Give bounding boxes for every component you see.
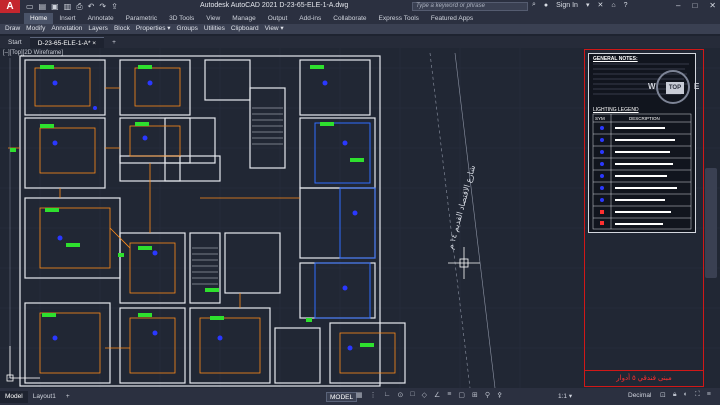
ribbon-panel[interactable]: Utilities bbox=[201, 24, 228, 34]
compass-east[interactable]: E bbox=[694, 82, 699, 91]
redo-icon[interactable]: ↷ bbox=[99, 2, 106, 12]
selection-cycling-icon[interactable]: ⊞ bbox=[472, 391, 478, 399]
autocad-app-menu-button[interactable]: A bbox=[0, 0, 20, 13]
plot-icon[interactable]: ⎙ bbox=[76, 2, 82, 12]
crosshair-cursor bbox=[448, 247, 480, 279]
ribbon-tabs: Home Insert Annotate Parametric 3D Tools View… bbox=[0, 13, 720, 24]
lock-ui-icon[interactable]: 🔒︎ bbox=[673, 391, 677, 399]
quick-access-toolbar: ▭ ▤ ▣ ▥ ⎙ ↶ ↷ ⇪ bbox=[20, 2, 118, 12]
viewport-controls-label[interactable]: [–][Top][2D Wireframe] bbox=[3, 50, 63, 56]
ribbon-tab[interactable]: Manage bbox=[226, 13, 262, 24]
ribbon-tab[interactable]: Insert bbox=[53, 13, 81, 24]
floor-plan-walls bbox=[19, 55, 406, 387]
ribbon-tab[interactable]: 3D Tools bbox=[163, 13, 200, 24]
title-block: مبنى فندقي ٥ أدوار bbox=[584, 370, 704, 387]
annotation-autoscale-icon[interactable]: ⚴ bbox=[497, 391, 502, 399]
layout-tab[interactable]: Model bbox=[0, 390, 28, 403]
legend-heading: LIGHTING LEGEND bbox=[593, 107, 639, 113]
window-controls: – □ ✕ bbox=[676, 1, 716, 10]
switch-labels bbox=[40, 65, 374, 347]
customization-icon[interactable]: ≡ bbox=[707, 391, 711, 399]
osnap-icon[interactable]: □ bbox=[410, 391, 414, 399]
save-as-icon[interactable]: ▥ bbox=[64, 2, 72, 12]
tab-active-drawing[interactable]: D-23-65-ELE-1-A* × bbox=[29, 37, 105, 48]
layout-tab[interactable]: Layout1 bbox=[28, 391, 61, 403]
ribbon-tab[interactable]: Home bbox=[24, 13, 54, 24]
ribbon-panel[interactable]: View ▾ bbox=[262, 24, 287, 34]
snap-icon[interactable]: ⋮ bbox=[370, 391, 377, 399]
new-icon[interactable]: ▭ bbox=[26, 2, 34, 12]
ribbon-panel[interactable]: Annotation bbox=[48, 24, 85, 34]
exchange-icon[interactable]: ✕ bbox=[597, 1, 603, 9]
close-tab-icon[interactable]: × bbox=[92, 40, 96, 47]
legend-col-description: DESCRIPTION bbox=[629, 116, 660, 121]
save-icon[interactable]: ▣ bbox=[51, 2, 59, 12]
window-title: Autodesk AutoCAD 2021 D-23-65-ELE-1-A.dw… bbox=[200, 2, 349, 9]
quick-properties-icon[interactable]: ⊡ bbox=[660, 391, 666, 399]
add-layout-button[interactable]: + bbox=[61, 391, 75, 403]
ribbon-panels: Draw Modify Annotation Layers Block Propertie… bbox=[0, 24, 720, 34]
status-right-icons: ⊡ 🔒︎ ◐ ⛶ ≡ bbox=[660, 391, 711, 399]
ribbon-panel[interactable]: Properties ▾ bbox=[133, 24, 174, 34]
ribbon-tab[interactable]: Collaborate bbox=[327, 13, 372, 24]
viewcube[interactable]: TOP bbox=[656, 70, 690, 104]
viewcube-top-face[interactable]: TOP bbox=[666, 82, 684, 94]
grid-icon[interactable]: ▦ bbox=[356, 391, 363, 399]
isolate-objects-icon[interactable]: ◐ bbox=[684, 391, 688, 399]
navigation-bar[interactable] bbox=[705, 168, 717, 278]
clean-screen-icon[interactable]: ⛶ bbox=[695, 391, 700, 399]
ribbon-tab[interactable]: Output bbox=[262, 13, 294, 24]
polar-icon[interactable]: ⊙ bbox=[397, 391, 403, 399]
ribbon-panel[interactable]: Modify bbox=[23, 24, 48, 34]
ribbon-panel[interactable]: Groups bbox=[174, 24, 201, 34]
drawing-viewport[interactable]: [–][Top][2D Wireframe] شارع الاقتصاد الق… bbox=[0, 48, 720, 388]
ribbon-tab[interactable]: Add-ins bbox=[293, 13, 327, 24]
model-space-button[interactable]: MODEL bbox=[326, 392, 358, 402]
ribbon-panel[interactable]: Layers bbox=[85, 24, 111, 34]
drafting-toggles: ▦ ⋮ ∟ ⊙ □ ◇ ∠ ≡ ▢ ⊞ ⚲ ⚴ bbox=[356, 391, 502, 399]
ribbon-panel[interactable]: Clipboard bbox=[228, 24, 262, 34]
ribbon-tab[interactable]: Featured Apps bbox=[425, 13, 479, 24]
titlebar-right: ⌕ ● Sign In ▾ ✕ ⌂ ? bbox=[532, 1, 627, 9]
minimize-button[interactable]: – bbox=[676, 1, 680, 10]
undo-icon[interactable]: ↶ bbox=[88, 2, 95, 12]
cart-icon[interactable]: ▾ bbox=[586, 1, 590, 9]
ribbon-tab[interactable]: Annotate bbox=[82, 13, 120, 24]
lineweight-icon[interactable]: ≡ bbox=[447, 391, 451, 399]
file-tabs: Start D-23-65-ELE-1-A* × + bbox=[0, 36, 720, 48]
annotation-visibility-icon[interactable]: ⚲ bbox=[485, 391, 490, 399]
ortho-icon[interactable]: ∟ bbox=[384, 391, 391, 399]
close-button[interactable]: ✕ bbox=[709, 1, 716, 10]
share-icon[interactable]: ⇪ bbox=[111, 2, 118, 12]
otrack-icon[interactable]: ∠ bbox=[434, 391, 440, 399]
wiring-lines bbox=[8, 67, 396, 374]
units-selector[interactable]: Decimal bbox=[628, 392, 651, 399]
title-bar: A ▭ ▤ ▣ ▥ ⎙ ↶ ↷ ⇪ Autodesk AutoCAD 2021 … bbox=[0, 0, 720, 13]
ribbon-tab[interactable]: View bbox=[200, 13, 226, 24]
user-icon: ● bbox=[543, 1, 549, 9]
legend-col-symbol: SYM bbox=[595, 116, 605, 121]
new-tab-button[interactable]: + bbox=[104, 37, 124, 48]
a360-icon[interactable]: ⌂ bbox=[611, 2, 615, 9]
annotation-scale[interactable]: 1:1 ▾ bbox=[558, 392, 572, 400]
ribbon-panel[interactable]: Draw bbox=[2, 24, 23, 34]
sign-in-link[interactable]: Sign In bbox=[556, 2, 578, 9]
panel-tags bbox=[10, 148, 312, 322]
ribbon-panel[interactable]: Block bbox=[111, 24, 133, 34]
isodraft-icon[interactable]: ◇ bbox=[422, 391, 427, 399]
tab-start[interactable]: Start bbox=[0, 37, 30, 48]
staircase bbox=[192, 107, 283, 285]
compass-west[interactable]: W bbox=[648, 82, 656, 91]
search-input[interactable]: Type a keyword or phrase bbox=[412, 2, 528, 11]
drawing-tab-label: D-23-65-ELE-1-A* bbox=[37, 40, 91, 47]
search-icon[interactable]: ⌕ bbox=[532, 1, 536, 9]
help-icon[interactable]: ? bbox=[624, 2, 628, 9]
open-icon[interactable]: ▤ bbox=[39, 2, 47, 12]
maximize-button[interactable]: □ bbox=[692, 1, 697, 10]
ribbon-tab[interactable]: Parametric bbox=[120, 13, 163, 24]
transparency-icon[interactable]: ▢ bbox=[458, 391, 465, 399]
ucs-icon bbox=[6, 346, 40, 382]
ribbon-tab[interactable]: Express Tools bbox=[373, 13, 425, 24]
light-fixtures bbox=[52, 80, 358, 351]
